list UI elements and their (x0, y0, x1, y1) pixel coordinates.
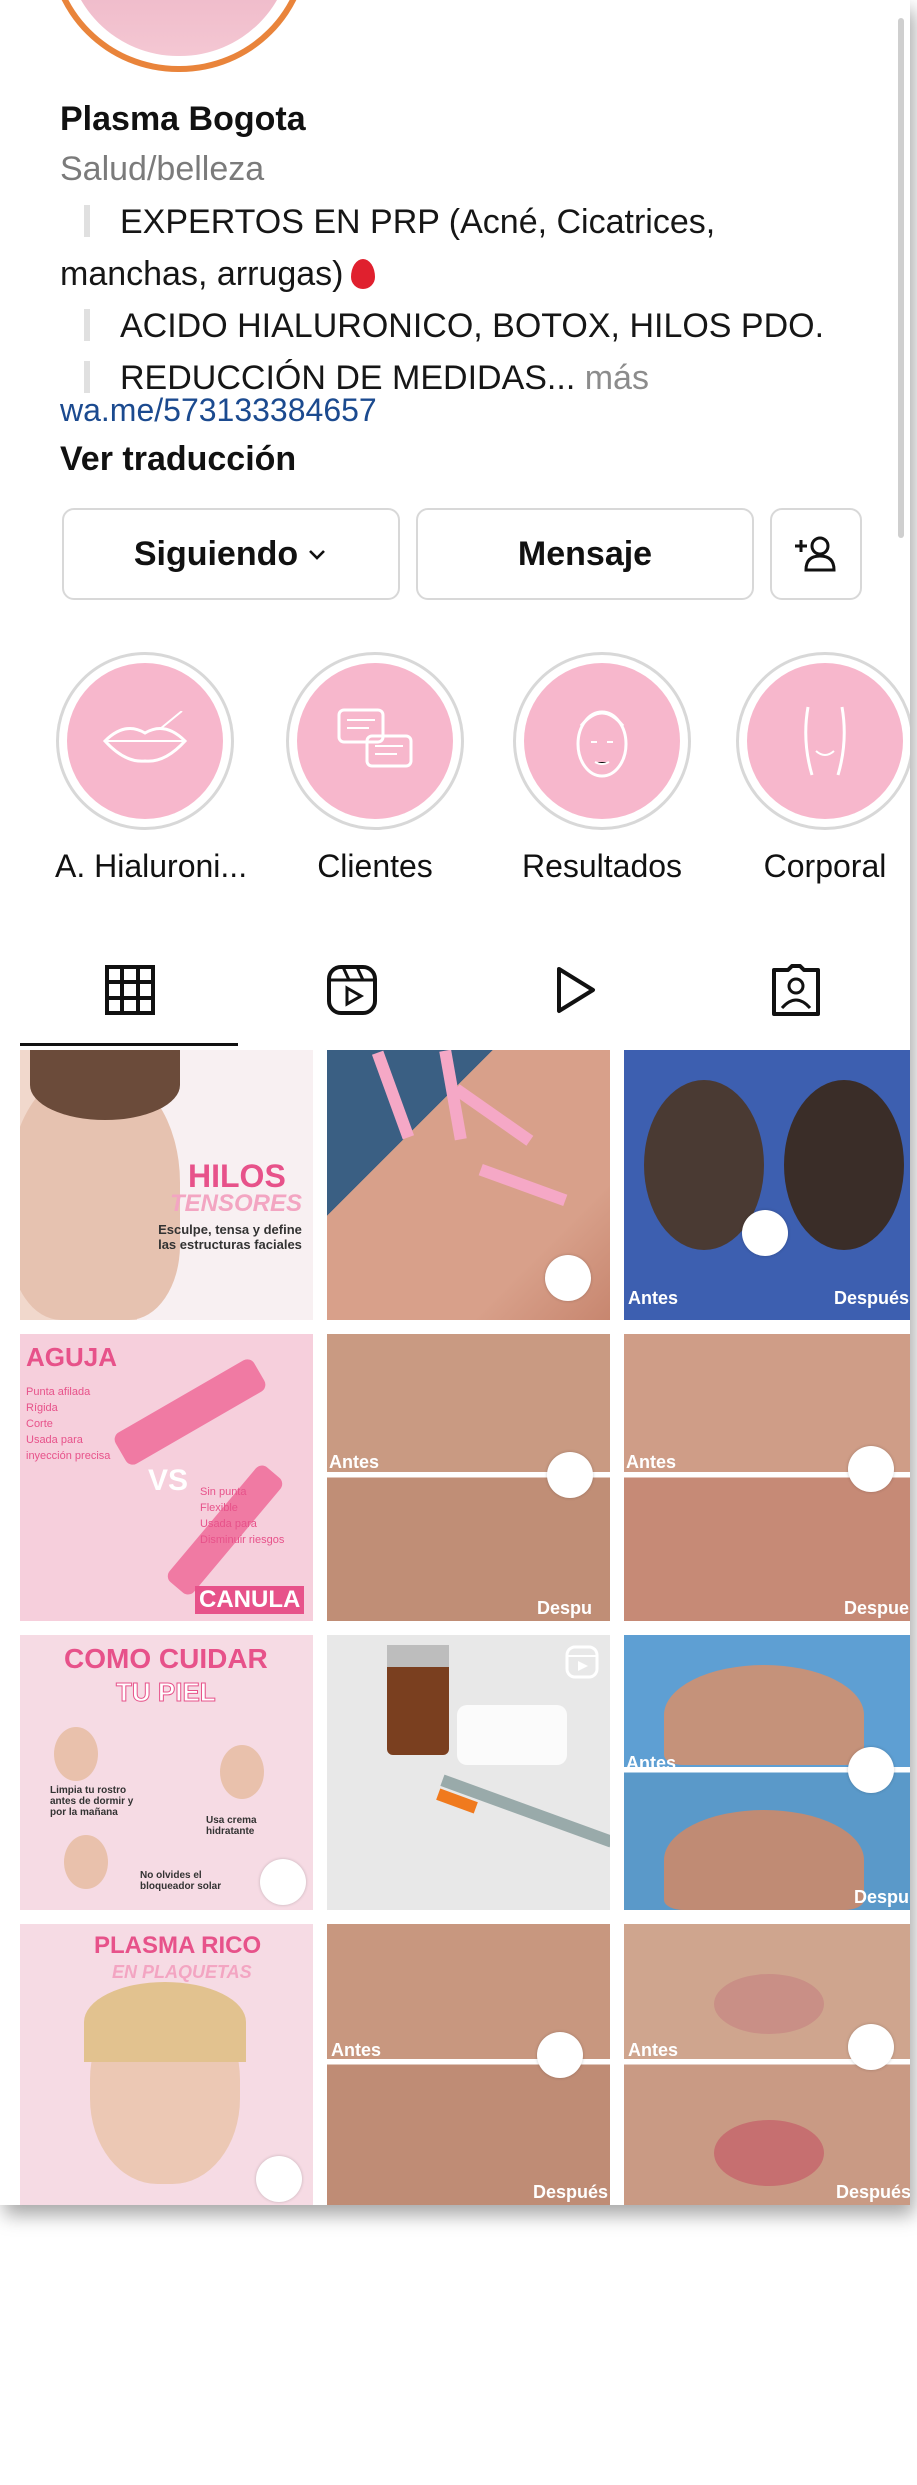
step-3: No olvides el bloqueador solar (140, 1870, 222, 1892)
highlight-label: Corporal (763, 848, 887, 884)
before-label: Antes (331, 2040, 382, 2060)
profile-name: Plasma Bogota (60, 100, 306, 138)
after-label: Despu (537, 1598, 593, 1618)
avatar[interactable] (48, 0, 310, 72)
brand-logo (848, 1747, 894, 1793)
post-nose-before-after[interactable]: Antes Despu (327, 1334, 610, 1621)
active-tab-indicator (20, 1043, 238, 1046)
following-button[interactable]: Siguiendo (62, 508, 400, 600)
chevron-down-icon (309, 550, 326, 560)
highlight-label: Resultados (521, 848, 683, 884)
profile-tabs (20, 940, 910, 1050)
highlight-label: A. Hialuroni... (55, 848, 248, 884)
post-face-before-after[interactable]: Antes Despue (624, 1334, 910, 1621)
tagged-person-icon (772, 964, 820, 1016)
bio-more-link[interactable]: más (585, 359, 649, 397)
brand-logo (545, 1255, 591, 1301)
after-label: Después (834, 1288, 910, 1308)
post-hair-results[interactable]: Antes Después (624, 1050, 910, 1320)
highlight-hialuronico[interactable]: A. Hialuroni... (55, 652, 248, 885)
post-lips-before-after[interactable]: Antes Después (624, 1924, 910, 2205)
post-como-cuidar-tu-piel[interactable]: COMO CUIDAR TU PIEL Limpia tu rostro ant… (20, 1635, 313, 1910)
brand-logo (848, 1446, 894, 1492)
play-icon (557, 967, 595, 1013)
brand-logo (537, 2032, 583, 2078)
post-forehead-before-after[interactable]: Antes Despu (624, 1635, 910, 1910)
after-label: Despu (854, 1887, 910, 1907)
brand-logo (848, 2024, 894, 2070)
highlight-corporal[interactable]: Corporal (735, 652, 910, 885)
profile-screen: Plasma Bogota Salud/belleza EXPERTOS EN … (0, 0, 910, 2205)
after-label: Despue (844, 1598, 910, 1618)
add-user-icon (795, 536, 836, 572)
message-label: Mensaje (517, 534, 653, 573)
highlight-resultados[interactable]: Resultados (512, 652, 692, 885)
after-label: Después (533, 2182, 609, 2202)
posts-grid: HILOS TENSORES Esculpe, tensa y define l… (20, 1050, 910, 2205)
before-label: Antes (626, 1452, 677, 1472)
add-user-button[interactable] (770, 508, 862, 600)
post-nose-profile-before-after[interactable]: Antes Después (327, 1924, 610, 2205)
brand-logo (256, 2156, 302, 2202)
post-hilos-tensores[interactable]: HILOS TENSORES Esculpe, tensa y define l… (20, 1050, 313, 1320)
post-title: COMO CUIDAR (64, 1643, 268, 1674)
bio-line-3: ACIDO HIALURONICO, BOTOX, HILOS PDO. (120, 307, 825, 345)
before-label: Antes (628, 1288, 679, 1308)
tab-grid[interactable] (20, 940, 240, 1040)
step-1: Limpia tu rostro antes de dormir y por l… (50, 1785, 134, 1818)
vs-label: VS (148, 1464, 189, 1497)
step-2: Usa crema hidratante (206, 1815, 257, 1837)
highlight-label: Clientes (317, 848, 433, 884)
post-plasma-rico[interactable]: PLASMA RICO EN PLAQUETAS (20, 1924, 313, 2205)
tab-tagged[interactable] (686, 940, 906, 1040)
translate-link[interactable]: Ver traducción (60, 440, 296, 479)
scrollbar[interactable] (898, 18, 904, 538)
post-treatment-face[interactable] (327, 1050, 610, 1320)
bio-line-2: manchas, arrugas) (60, 255, 344, 293)
highlight-clientes[interactable]: Clientes (285, 652, 465, 885)
post-subtitle: TU PIEL (116, 1677, 217, 1708)
profile-link[interactable]: wa.me/573133384657 (60, 392, 377, 429)
tab-reels[interactable] (242, 940, 462, 1040)
aguja-points: Punta afilada Rígida Corte Usada para inyec… (26, 1386, 111, 1462)
before-label: Antes (329, 1452, 380, 1472)
lips-icon (102, 711, 188, 763)
chat-bubbles-icon (337, 708, 413, 768)
canula-points: Sin punta Flexible Usada para Disminuir ri… (200, 1486, 285, 1546)
post-reel-vial-syringe[interactable] (327, 1635, 610, 1910)
brand-logo (260, 1859, 306, 1905)
body-icon (804, 706, 846, 776)
post-aguja-vs-canula[interactable]: AGUJA Punta afilada Rígida Corte Usada para… (20, 1334, 313, 1621)
grid-icon (105, 965, 155, 1015)
post-subtitle: TENSORES (170, 1190, 303, 1217)
before-label: Antes (628, 2040, 679, 2060)
canula-label: CANULA (195, 1586, 305, 1614)
bio-line-1: EXPERTOS EN PRP (Acné, Cicatrices, (120, 203, 716, 241)
after-label: Después (836, 2182, 910, 2202)
profile-category: Salud/belleza (60, 150, 265, 188)
brand-logo (742, 1210, 788, 1256)
brand-logo (547, 1452, 593, 1498)
post-title: AGUJA (26, 1342, 118, 1372)
before-label: Antes (626, 1753, 677, 1773)
reel-indicator-icon (565, 1645, 599, 1679)
following-label: Siguiendo (133, 534, 299, 573)
message-button[interactable]: Mensaje (416, 508, 754, 600)
post-description: Esculpe, tensa y define las estructuras … (158, 1222, 302, 1252)
tab-video[interactable] (464, 940, 684, 1040)
post-subtitle: EN PLAQUETAS (112, 1962, 252, 1982)
blood-drop-icon (351, 259, 376, 289)
face-icon (576, 710, 628, 778)
profile-bio: EXPERTOS EN PRP (Acné, Cicatrices, manch… (60, 196, 860, 404)
post-title: PLASMA RICO (94, 1932, 262, 1959)
reels-icon (327, 965, 377, 1015)
